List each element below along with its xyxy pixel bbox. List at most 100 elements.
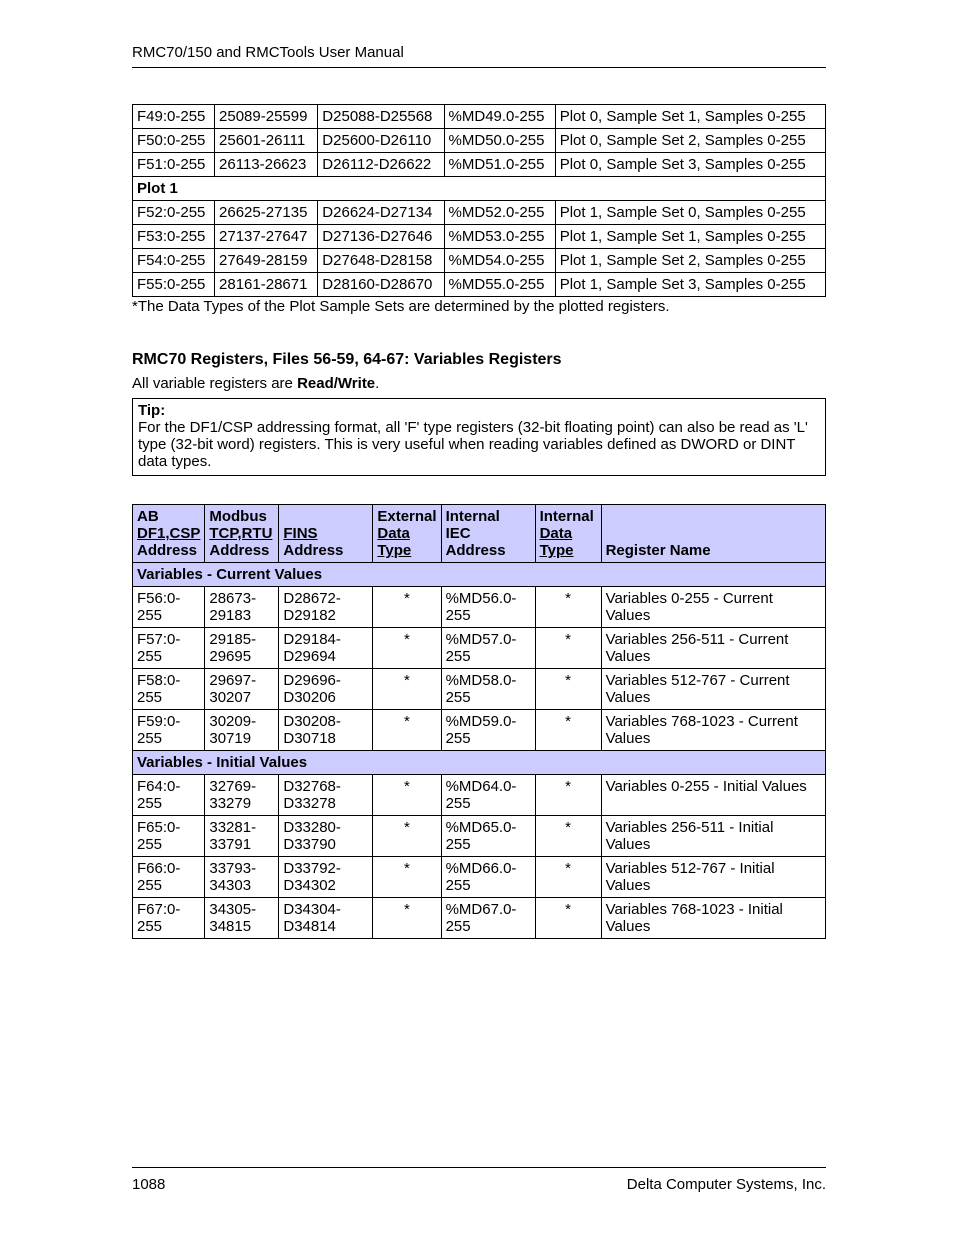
- table-cell: D28160-D28670: [318, 273, 444, 297]
- table-cell: F54:0-255: [133, 249, 215, 273]
- footer-company: Delta Computer Systems, Inc.: [627, 1176, 826, 1193]
- hdr-text: Address: [137, 542, 197, 559]
- table-cell: 28673-29183: [205, 587, 279, 628]
- table-cell: Variables 256-511 - Current Values: [601, 628, 825, 669]
- table-cell: *: [373, 898, 441, 939]
- table-cell: Plot 0, Sample Set 2, Samples 0-255: [555, 129, 825, 153]
- table-cell: 32769-33279: [205, 775, 279, 816]
- hdr-text: Address: [209, 542, 269, 559]
- table-cell: Plot 1, Sample Set 3, Samples 0-255: [555, 273, 825, 297]
- hdr-link[interactable]: Data: [540, 525, 573, 542]
- hdr-link[interactable]: Data: [377, 525, 410, 542]
- subheader-label: Variables - Current Values: [133, 563, 826, 587]
- para-bold: Read/Write: [297, 375, 375, 392]
- table-cell: F57:0-255: [133, 628, 205, 669]
- table-cell: %MD50.0-255: [444, 129, 555, 153]
- table-cell: Plot 0, Sample Set 3, Samples 0-255: [555, 153, 825, 177]
- table-row: F67:0-25534305-34815D34304-D34814*%MD67.…: [133, 898, 826, 939]
- table-header-row: AB DF1,CSP Address Modbus TCP,RTU Addres…: [133, 505, 826, 563]
- col-header-modbus: Modbus TCP,RTU Address: [205, 505, 279, 563]
- table-cell: %MD52.0-255: [444, 201, 555, 225]
- col-header-external: External Data Type: [373, 505, 441, 563]
- table-subheader: Variables - Initial Values: [133, 751, 826, 775]
- table-cell: F64:0-255: [133, 775, 205, 816]
- table-cell: Variables 0-255 - Current Values: [601, 587, 825, 628]
- table-row: F59:0-25530209-30719D30208-D30718*%MD59.…: [133, 710, 826, 751]
- table-row: F58:0-25529697-30207D29696-D30206*%MD58.…: [133, 669, 826, 710]
- table-cell: 27137-27647: [215, 225, 318, 249]
- hdr-link[interactable]: Type: [377, 542, 411, 559]
- table-row: F54:0-25527649-28159D27648-D28158%MD54.0…: [133, 249, 826, 273]
- table-cell: %MD57.0-255: [441, 628, 535, 669]
- table-cell: D33792-D34302: [279, 857, 373, 898]
- table-row: F66:0-25533793-34303D33792-D34302*%MD66.…: [133, 857, 826, 898]
- col-header-internal: Internal Data Type: [535, 505, 601, 563]
- table-cell: D25600-D26110: [318, 129, 444, 153]
- hdr-text: Modbus: [209, 508, 267, 525]
- tip-body: For the DF1/CSP addressing format, all '…: [138, 419, 808, 470]
- table-cell: 28161-28671: [215, 273, 318, 297]
- col-header-fins: FINS Address: [279, 505, 373, 563]
- table-cell: %MD53.0-255: [444, 225, 555, 249]
- tip-label: Tip:: [138, 402, 165, 419]
- table-cell: D28672-D29182: [279, 587, 373, 628]
- table-cell: %MD55.0-255: [444, 273, 555, 297]
- page-header: RMC70/150 and RMCTools User Manual: [132, 44, 826, 68]
- hdr-link[interactable]: FINS: [283, 525, 317, 542]
- table-cell: %MD56.0-255: [441, 587, 535, 628]
- table-cell: Variables 512-767 - Current Values: [601, 669, 825, 710]
- table-cell: Plot 1, Sample Set 1, Samples 0-255: [555, 225, 825, 249]
- table-cell: F67:0-255: [133, 898, 205, 939]
- table-row: F49:0-25525089-25599D25088-D25568%MD49.0…: [133, 105, 826, 129]
- table-cell: %MD51.0-255: [444, 153, 555, 177]
- para-text: All variable registers are: [132, 375, 297, 392]
- table-cell: Variables 768-1023 - Initial Values: [601, 898, 825, 939]
- tip-box: Tip: For the DF1/CSP addressing format, …: [132, 398, 826, 476]
- table-cell: D25088-D25568: [318, 105, 444, 129]
- page-footer: 1088 Delta Computer Systems, Inc.: [132, 1167, 826, 1193]
- table-cell: *: [535, 587, 601, 628]
- table-cell: *: [535, 710, 601, 751]
- table-cell: %MD59.0-255: [441, 710, 535, 751]
- table-cell: 29185-29695: [205, 628, 279, 669]
- col-header-ab: AB DF1,CSP Address: [133, 505, 205, 563]
- hdr-link[interactable]: DF1,CSP: [137, 525, 200, 542]
- para-text: .: [375, 375, 379, 392]
- hdr-link[interactable]: TCP,RTU: [209, 525, 272, 542]
- table-cell: *: [535, 816, 601, 857]
- table-cell: %MD58.0-255: [441, 669, 535, 710]
- hdr-text: IEC: [446, 525, 471, 542]
- table-cell: *: [373, 857, 441, 898]
- table-cell: D27648-D28158: [318, 249, 444, 273]
- hdr-text: Internal: [446, 508, 500, 525]
- table-cell: Plot 1, Sample Set 2, Samples 0-255: [555, 249, 825, 273]
- hdr-text: External: [377, 508, 436, 525]
- hdr-link[interactable]: Type: [540, 542, 574, 559]
- col-header-iec: Internal IEC Address: [441, 505, 535, 563]
- table-row: F55:0-25528161-28671D28160-D28670%MD55.0…: [133, 273, 826, 297]
- table-cell: *: [535, 857, 601, 898]
- table-cell: D33280-D33790: [279, 816, 373, 857]
- table-cell: Variables 768-1023 - Current Values: [601, 710, 825, 751]
- table-cell: Variables 512-767 - Initial Values: [601, 857, 825, 898]
- table-cell: D26112-D26622: [318, 153, 444, 177]
- table-cell: %MD67.0-255: [441, 898, 535, 939]
- page-number: 1088: [132, 1176, 165, 1193]
- plot-table: F49:0-25525089-25599D25088-D25568%MD49.0…: [132, 104, 826, 297]
- section-label: Plot 1: [133, 177, 826, 201]
- table-cell: %MD54.0-255: [444, 249, 555, 273]
- table-cell: F56:0-255: [133, 587, 205, 628]
- table-cell: *: [373, 775, 441, 816]
- table-row: F52:0-25526625-27135D26624-D27134%MD52.0…: [133, 201, 826, 225]
- table-row: F65:0-25533281-33791D33280-D33790*%MD65.…: [133, 816, 826, 857]
- paragraph: All variable registers are Read/Write.: [132, 375, 826, 392]
- table-cell: %MD65.0-255: [441, 816, 535, 857]
- table-cell: 34305-34815: [205, 898, 279, 939]
- table-row: F56:0-25528673-29183D28672-D29182 *%MD56.…: [133, 587, 826, 628]
- table-row: F64:0-25532769-33279D32768-D33278*%MD64.…: [133, 775, 826, 816]
- table-cell: D29184-D29694: [279, 628, 373, 669]
- table-cell: D26624-D27134: [318, 201, 444, 225]
- table-section-row: Plot 1: [133, 177, 826, 201]
- table-cell: F50:0-255: [133, 129, 215, 153]
- table-cell: Plot 0, Sample Set 1, Samples 0-255: [555, 105, 825, 129]
